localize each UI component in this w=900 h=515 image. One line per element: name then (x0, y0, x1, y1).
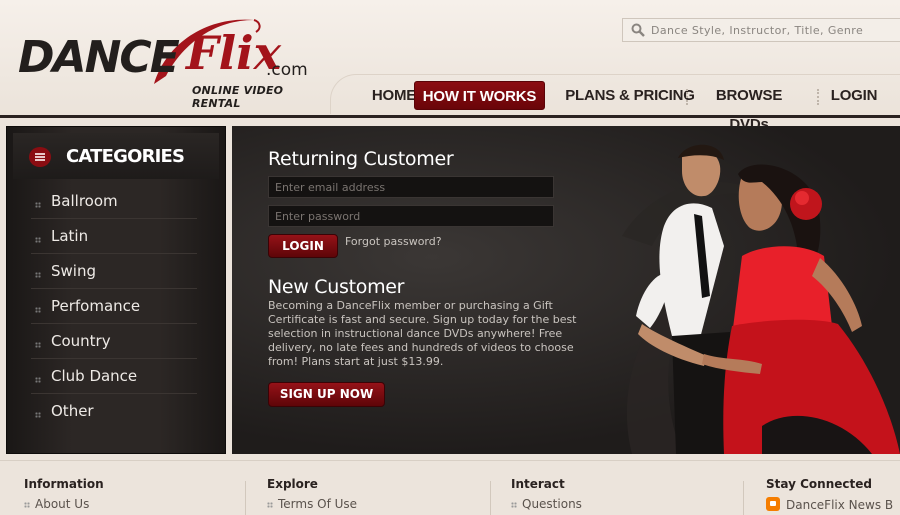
footer-divider (743, 481, 744, 515)
footer-col-stay-connected: Stay Connected DanceFlix News B (766, 477, 893, 512)
sign-up-button[interactable]: SIGN UP NOW (268, 382, 385, 407)
nav-separator (686, 89, 688, 105)
footer-col-title: Stay Connected (766, 477, 872, 491)
search-box[interactable] (622, 18, 900, 42)
category-label: Other (51, 402, 94, 420)
category-performance[interactable]: Perfomance (31, 289, 197, 324)
new-customer-text: Becoming a DanceFlix member or purchasin… (268, 299, 577, 368)
categories-panel: CATEGORIES Ballroom Latin Swing Perfoman… (6, 126, 226, 454)
footer-link-label: Questions (522, 497, 582, 511)
footer-col-title: Interact (511, 477, 565, 491)
bullet-icon (35, 307, 41, 313)
category-label: Club Dance (51, 367, 138, 385)
email-field[interactable] (268, 176, 554, 198)
category-label: Ballroom (51, 192, 118, 210)
blogger-icon (766, 497, 780, 511)
dancers-photo (636, 144, 900, 454)
forgot-password-link[interactable]: Forgot password? (345, 235, 442, 248)
footer-col-title: Explore (267, 477, 318, 491)
returning-customer-title: Returning Customer (268, 148, 454, 170)
footer-link-label: About Us (35, 497, 90, 511)
footer-link-label: DanceFlix News B (786, 498, 894, 512)
category-label: Latin (51, 227, 89, 245)
bullet-icon (24, 502, 30, 508)
bullet-icon (35, 237, 41, 243)
main-panel: Returning Customer LOGIN Forgot password… (232, 126, 900, 454)
main-nav: HOME HOW IT WORKS PLANS & PRICING BROWSE… (330, 74, 900, 133)
categories-header: CATEGORIES (13, 133, 219, 179)
password-field[interactable] (268, 205, 554, 227)
footer-link-about[interactable]: About Us (24, 497, 104, 511)
logo-com-text: .com (266, 60, 308, 80)
search-icon[interactable] (631, 23, 645, 37)
bullet-icon (35, 342, 41, 348)
footer-link-news-blog[interactable]: DanceFlix News B (766, 497, 893, 512)
nav-plans-pricing[interactable]: PLANS & PRICING (555, 81, 705, 110)
category-ballroom[interactable]: Ballroom (31, 184, 197, 219)
nav-separator (817, 89, 819, 105)
category-label: Swing (51, 262, 96, 280)
new-customer-title: New Customer (268, 276, 405, 298)
danceflix-logo[interactable]: DANCE Flix .com ONLINE VIDEO RENTAL (18, 14, 318, 110)
search-input[interactable] (651, 21, 891, 39)
list-icon (29, 147, 51, 167)
footer-col-information: Information About Us (24, 477, 104, 511)
category-label: Country (51, 332, 111, 350)
footer-col-explore: Explore Terms Of Use (267, 477, 357, 511)
category-latin[interactable]: Latin (31, 219, 197, 254)
categories-title: CATEGORIES (66, 146, 185, 167)
login-button[interactable]: LOGIN (268, 234, 338, 258)
logo-dance-text: DANCE (18, 32, 180, 83)
bullet-icon (267, 502, 273, 508)
site-footer: Information About Us Explore Terms Of Us… (0, 460, 900, 515)
footer-divider (245, 481, 246, 515)
nav-browse-dvds[interactable]: BROWSE DVDs (697, 81, 801, 133)
footer-divider (490, 481, 491, 515)
logo-tagline: ONLINE VIDEO RENTAL (192, 84, 284, 110)
nav-how-it-works[interactable]: HOW IT WORKS (414, 81, 545, 110)
category-country[interactable]: Country (31, 324, 197, 359)
footer-col-interact: Interact Questions (511, 477, 582, 511)
footer-link-questions[interactable]: Questions (511, 497, 582, 511)
bullet-icon (35, 202, 41, 208)
category-club-dance[interactable]: Club Dance (31, 359, 197, 394)
category-other[interactable]: Other (31, 394, 197, 429)
footer-link-terms[interactable]: Terms Of Use (267, 497, 357, 511)
nav-login[interactable]: LOGIN (827, 81, 881, 110)
footer-link-label: Terms Of Use (278, 497, 358, 511)
category-label: Perfomance (51, 297, 141, 315)
bullet-icon (35, 377, 41, 383)
bullet-icon (35, 272, 41, 278)
category-swing[interactable]: Swing (31, 254, 197, 289)
bullet-icon (35, 412, 41, 418)
site-header: DANCE Flix .com ONLINE VIDEO RENTAL HOME… (0, 0, 900, 133)
bullet-icon (511, 502, 517, 508)
footer-col-title: Information (24, 477, 104, 491)
